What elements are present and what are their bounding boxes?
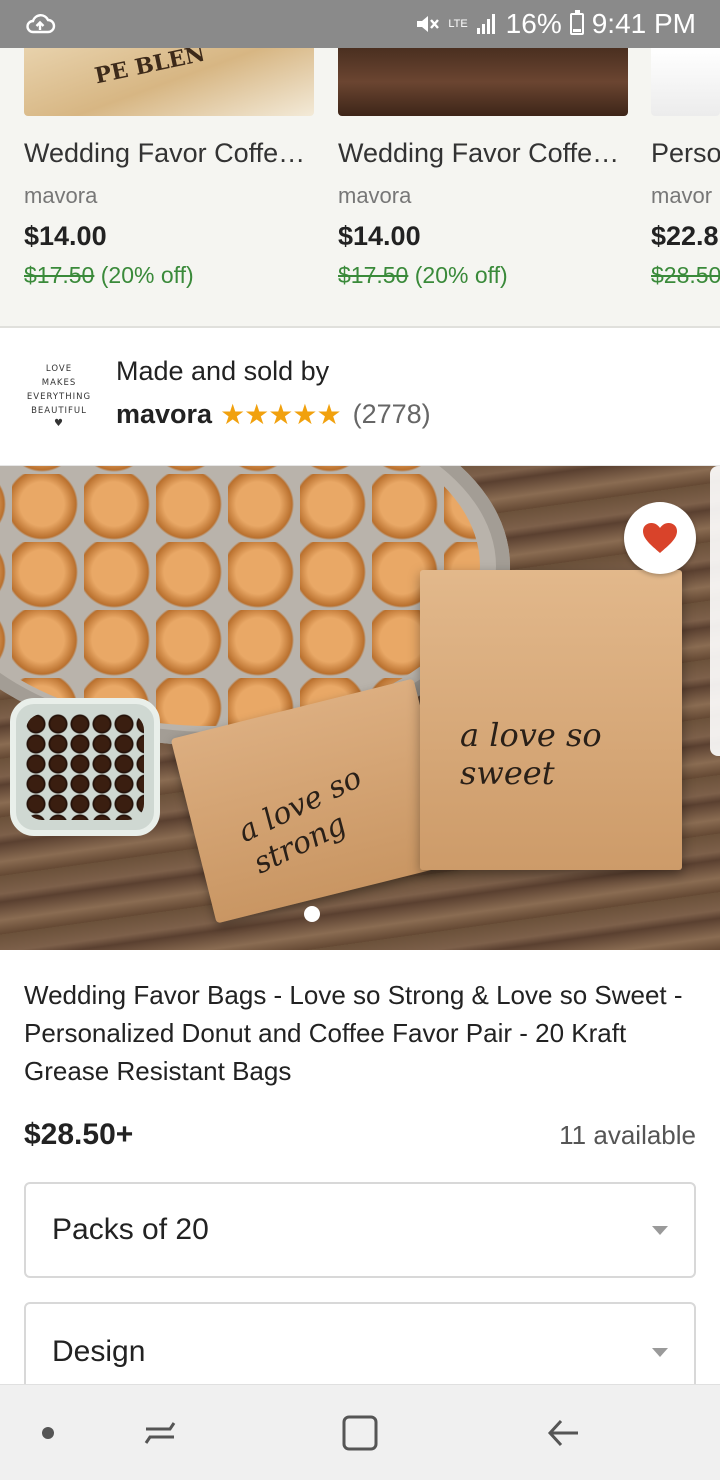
coffee-jar (10, 698, 160, 836)
image-pager-dot[interactable] (304, 906, 320, 922)
availability: 11 available (559, 1120, 696, 1150)
discount: (20% off) (100, 262, 194, 288)
recents-button[interactable] (130, 1385, 190, 1480)
packs-select[interactable]: Packs of 20 (24, 1182, 696, 1278)
cloud-upload-icon (26, 14, 56, 34)
heart-icon (643, 523, 677, 553)
related-item-title[interactable]: Perso (651, 138, 720, 169)
back-icon (547, 1419, 578, 1447)
related-item-title[interactable]: Wedding Favor Coffee... (338, 138, 628, 169)
original-price: $17.50 (24, 262, 95, 288)
signal-icon (476, 14, 495, 34)
chevron-down-icon (652, 1347, 668, 1357)
logo-line: BEAUTIFUL (31, 406, 87, 416)
discount: (20% off) (414, 262, 508, 288)
shop-name-link[interactable]: mavora (116, 399, 212, 430)
seller-section[interactable]: LOVE MAKES EVERYTHING BEAUTIFUL ♥ Made a… (0, 330, 720, 466)
related-item-price: $22.8 (651, 221, 719, 251)
related-item-sale: $17.50 (20% off) (24, 262, 314, 289)
related-item-price: $14.00 (338, 221, 421, 251)
logo-line: EVERYTHING (26, 392, 92, 402)
product-price: $28.50+ (24, 1118, 134, 1151)
back-button[interactable] (534, 1385, 594, 1480)
original-price: $17.50 (338, 262, 409, 288)
product-title: Wedding Favor Bags - Love so Strong & Lo… (24, 980, 683, 1086)
related-item-shop: mavor (651, 183, 713, 208)
logo-line: MAKES (41, 378, 77, 388)
bag-left-script: a love so strong (232, 760, 368, 882)
related-item-price: $14.00 (24, 221, 107, 251)
lte-label: LTE (448, 18, 468, 30)
shop-line[interactable]: mavora ★★★★★ (2778) (116, 398, 431, 431)
review-count[interactable]: (2778) (353, 399, 431, 430)
recents-icon (144, 1422, 176, 1444)
related-item-image[interactable] (338, 48, 628, 116)
logo-line: LOVE (45, 364, 73, 374)
rating-stars: ★★★★★ (220, 399, 342, 430)
related-item-title[interactable]: Wedding Favor Coffee... (24, 138, 314, 169)
nav-dot-icon[interactable] (36, 1385, 60, 1480)
related-items-carousel[interactable]: PE BLEN Wedding Favor Coffee... mavora $… (0, 48, 720, 328)
price-row: $28.50+ 11 available (24, 1118, 696, 1152)
battery-percent: 16% (505, 8, 562, 39)
design-select-value: Design (52, 1335, 146, 1368)
favorite-button[interactable] (624, 502, 696, 574)
related-item-sale: $17.50 (20% off) (338, 262, 628, 289)
product-image-gallery[interactable]: a love so strong a love so sweet (0, 466, 720, 950)
logo-heart-icon: ♥ (54, 418, 64, 429)
mute-icon (417, 16, 440, 32)
shop-logo[interactable]: LOVE MAKES EVERYTHING BEAUTIFUL ♥ (24, 362, 94, 430)
status-bar: LTE 16% 9:41 PM (0, 0, 720, 48)
system-nav-bar (0, 1384, 720, 1480)
related-item-sale: $28.50 (651, 262, 720, 289)
favor-bag-sweet: a love so sweet (420, 570, 682, 870)
battery-icon (569, 10, 584, 35)
related-item-card[interactable]: Wedding Favor Coffee... mavora $14.00 $1… (338, 48, 628, 289)
thumb-text: PE BLEN (92, 48, 208, 90)
home-button[interactable] (330, 1385, 390, 1480)
next-image-edge[interactable] (710, 466, 720, 756)
packs-select-value: Packs of 20 (52, 1213, 209, 1246)
home-icon (342, 1415, 378, 1451)
related-item-card[interactable]: PE BLEN Wedding Favor Coffee... mavora $… (24, 48, 314, 289)
related-item-image[interactable]: PE BLEN (24, 48, 314, 116)
chevron-down-icon (652, 1225, 668, 1235)
original-price: $28.50 (651, 262, 720, 288)
related-item-shop: mavora (24, 183, 98, 208)
bag-right-script: a love so sweet (460, 716, 602, 792)
clock: 9:41 PM (591, 8, 696, 39)
made-by-label: Made and sold by (116, 356, 330, 386)
related-item-shop: mavora (338, 183, 412, 208)
related-item-image[interactable] (651, 48, 720, 116)
related-item-card[interactable]: Perso mavor $22.8 $28.50 (651, 48, 720, 289)
